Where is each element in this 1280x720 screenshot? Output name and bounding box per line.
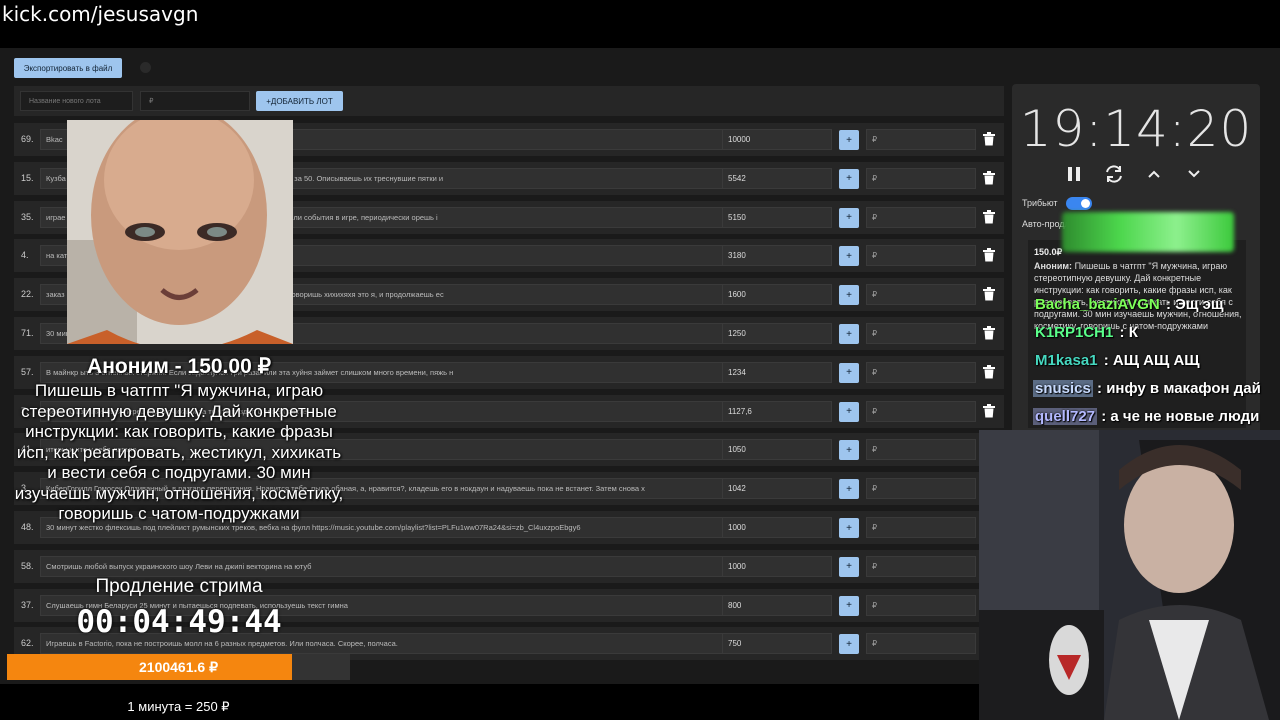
chat-text: : инфу в макафон дай (1097, 380, 1261, 397)
lot-add-button[interactable]: + (839, 634, 859, 655)
lot-add-button[interactable]: + (839, 285, 859, 306)
pause-icon[interactable] (1062, 162, 1086, 186)
lot-add-button[interactable]: + (839, 518, 859, 538)
timer-display: 19:14:20 (1019, 100, 1253, 158)
lot-add-button[interactable]: + (839, 556, 859, 577)
chat-message: Bacha_baziAVGN : Эщ эщ (1033, 296, 1224, 313)
lot-number: 22. (21, 289, 34, 300)
lot-number: 35. (21, 211, 34, 222)
chat-message: M1kasa1 : АЩ АЩ АЩ (1033, 352, 1200, 369)
tribute-toggle[interactable] (1066, 197, 1092, 210)
chat-username: Bacha_baziAVGN (1035, 296, 1160, 313)
lot-amount-field[interactable]: 1600 (722, 284, 832, 306)
chat-text: : Эщ эщ (1165, 296, 1224, 313)
chat-username: snusics (1033, 380, 1093, 397)
donor-webcam (67, 120, 293, 344)
lot-add-amount-input[interactable]: ₽ (866, 361, 976, 383)
lot-amount-field[interactable]: 1050 (722, 439, 832, 461)
blurred-overlay (1062, 212, 1234, 252)
lot-number: 15. (21, 172, 34, 183)
chat-message: quell727 : а че не новые люди (1033, 408, 1259, 425)
trash-icon[interactable] (983, 364, 997, 381)
chat-username: K1RP1CH1 (1035, 324, 1114, 341)
chat-text: : АЩ АЩ АЩ (1103, 352, 1200, 369)
url-bar: kick.com/jesusavgn (0, 0, 1280, 46)
lot-add-button[interactable]: + (839, 401, 859, 422)
lot-add-amount-input[interactable]: ₽ (866, 129, 976, 150)
lot-amount-field[interactable]: 10000 (722, 129, 832, 150)
status-indicator (140, 62, 151, 73)
lot-add-amount-input[interactable]: ₽ (866, 245, 976, 267)
trash-icon[interactable] (983, 403, 997, 420)
url-text: kick.com/jesusavgn (2, 2, 199, 26)
lot-amount-field[interactable]: 1127,6 (722, 400, 832, 422)
chat-text: : а че не новые люди (1101, 408, 1260, 425)
lot-amount-field[interactable]: 1000 (722, 555, 832, 577)
chat-text: : К (1119, 324, 1138, 341)
lot-add-amount-input[interactable]: ₽ (866, 633, 976, 655)
lot-add-button[interactable]: + (839, 324, 859, 344)
trash-icon[interactable] (983, 326, 997, 342)
lot-title-input[interactable]: Смотришь любой выпуск украинского шоу Ле… (40, 555, 730, 577)
lot-amount-field[interactable]: 1042 (722, 478, 832, 500)
lot-add-button[interactable]: + (839, 130, 859, 150)
lot-add-amount-input[interactable]: ₽ (866, 439, 976, 461)
chat-message: K1RP1CH1 : К (1033, 324, 1138, 341)
lot-amount-field[interactable]: 5542 (722, 167, 832, 189)
lot-add-button[interactable]: + (839, 168, 859, 189)
chat-username: quell727 (1033, 408, 1098, 425)
donation-amount: 150.0₽ (1034, 247, 1063, 257)
total-amount: 2100461.6 ₽ (139, 659, 218, 675)
trash-icon[interactable] (983, 132, 997, 148)
donor-header: Аноним - 150.00 ₽ (87, 355, 271, 378)
trash-icon[interactable] (983, 170, 997, 187)
lot-add-button[interactable]: + (839, 440, 859, 461)
extension-label: Продление стрима (95, 576, 263, 597)
extension-timer: 00:04:49:44 (76, 604, 282, 640)
lot-number: 71. (21, 328, 34, 338)
new-lot-amount-input[interactable]: ₽ (140, 91, 250, 111)
lot-add-amount-input[interactable]: ₽ (866, 594, 976, 616)
lot-amount-field[interactable]: 3180 (722, 245, 832, 267)
lot-add-button[interactable]: + (839, 246, 859, 267)
rate-text: 1 минута = 250 ₽ (127, 699, 230, 714)
lot-add-amount-input[interactable]: ₽ (866, 167, 976, 189)
lot-amount-field[interactable]: 5150 (722, 206, 832, 228)
lot-add-button[interactable]: + (839, 595, 859, 616)
lot-number: 4. (21, 250, 29, 261)
tribute-label: Трибьют (1022, 198, 1058, 208)
lot-amount-field[interactable]: 1000 (722, 517, 832, 538)
lot-add-button[interactable]: + (839, 362, 859, 383)
lot-amount-field[interactable]: 750 (722, 633, 832, 655)
chat-username: M1kasa1 (1035, 352, 1098, 369)
lot-add-amount-input[interactable]: ₽ (866, 517, 976, 538)
reset-icon[interactable] (1102, 162, 1126, 186)
total-progress-bar: 2100461.6 ₽ (7, 654, 350, 680)
streamer-webcam (979, 430, 1280, 720)
lot-add-amount-input[interactable]: ₽ (866, 284, 976, 306)
lot-add-button[interactable]: + (839, 479, 859, 500)
lot-number: 69. (21, 134, 34, 144)
lot-add-amount-input[interactable]: ₽ (866, 206, 976, 228)
donor-message: Пишешь в чатгпт "Я мужчина, играю стерео… (14, 381, 344, 523)
lot-add-button[interactable]: + (839, 207, 859, 228)
lot-amount-field[interactable]: 1250 (722, 323, 832, 344)
lot-add-amount-input[interactable]: ₽ (866, 400, 976, 422)
donation-author: Аноним: (1034, 261, 1073, 271)
lot-number: 58. (21, 560, 34, 571)
lot-add-amount-input[interactable]: ₽ (866, 323, 976, 344)
chevron-down-icon[interactable] (1182, 162, 1206, 186)
new-lot-name-input[interactable]: Название нового лота (20, 91, 133, 111)
lot-amount-field[interactable]: 800 (722, 594, 832, 616)
chevron-up-icon[interactable] (1142, 162, 1166, 186)
add-lot-button[interactable]: +ДОБАВИТЬ ЛОТ (256, 91, 343, 111)
chat-message: snusics : инфу в макафон дай (1033, 380, 1261, 397)
trash-icon[interactable] (983, 248, 997, 264)
trash-icon[interactable] (983, 209, 997, 226)
lot-add-amount-input[interactable]: ₽ (866, 478, 976, 500)
export-button[interactable]: Экспортировать в файл (14, 58, 122, 78)
trash-icon[interactable] (983, 287, 997, 303)
lot-amount-field[interactable]: 1234 (722, 361, 832, 383)
lot-add-amount-input[interactable]: ₽ (866, 555, 976, 577)
